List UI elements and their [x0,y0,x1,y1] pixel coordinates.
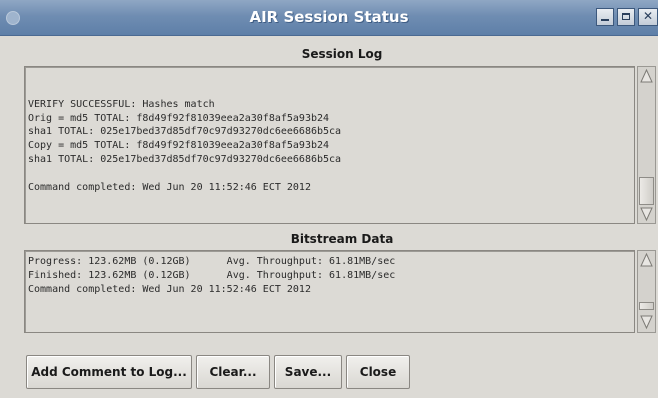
scroll-thumb[interactable] [639,302,654,310]
minimize-icon [601,19,609,21]
scroll-down-arrow-icon[interactable] [639,314,654,330]
scroll-down-arrow-icon[interactable] [639,206,654,222]
save-button[interactable]: Save... [274,355,342,389]
close-button[interactable]: Close [346,355,410,389]
log-line: VERIFY SUCCESSFUL: Hashes match [28,98,215,110]
log-line: Orig = md5 TOTAL: f8d49f92f81039eea2a30f… [28,112,330,124]
log-line: Copy = md5 TOTAL: f8d49f92f81039eea2a30f… [28,140,330,152]
session-log-content: VERIFY SUCCESSFUL: Hashes match Orig = md… [28,84,341,194]
session-log-textarea[interactable]: VERIFY SUCCESSFUL: Hashes match Orig = md… [24,66,635,224]
log-line: Command completed: Wed Jun 20 11:52:46 E… [28,283,311,295]
scroll-up-arrow-icon[interactable] [639,68,654,84]
log-line: Command completed: Wed Jun 20 11:52:46 E… [28,181,311,193]
scroll-up-arrow-icon[interactable] [639,252,654,268]
add-comment-to-log-button[interactable]: Add Comment to Log... [26,355,192,389]
scroll-thumb[interactable] [639,177,654,205]
log-line: Progress: 123.62MB (0.12GB) Avg. Through… [28,256,396,267]
minimize-button[interactable] [596,8,614,26]
maximize-icon [622,13,630,20]
bitstream-data-textarea[interactable]: Progress: 123.62MB (0.12GB) Avg. Through… [24,250,635,333]
close-icon: ✕ [642,9,654,23]
maximize-button[interactable] [617,8,635,26]
log-line: Finished: 123.62MB (0.12GB) Avg. Through… [28,269,396,281]
close-window-button[interactable]: ✕ [638,8,658,26]
window-title: AIR Session Status [249,8,409,26]
session-log-scrollbar[interactable] [637,66,656,224]
session-log-label: Session Log [301,47,383,61]
bitstream-scrollbar[interactable] [637,250,656,333]
log-line: sha1 TOTAL: 025e17bed37d85df70c97d93270d… [28,126,342,138]
bitstream-data-content: Progress: 123.62MB (0.12GB) Avg. Through… [28,255,395,296]
bitstream-data-label: Bitstream Data [290,232,394,246]
log-line: sha1 TOTAL: 025e17bed37d85df70c97d93270d… [28,153,342,165]
title-bar[interactable]: AIR Session Status ✕ [0,0,658,36]
clear-button[interactable]: Clear... [196,355,270,389]
